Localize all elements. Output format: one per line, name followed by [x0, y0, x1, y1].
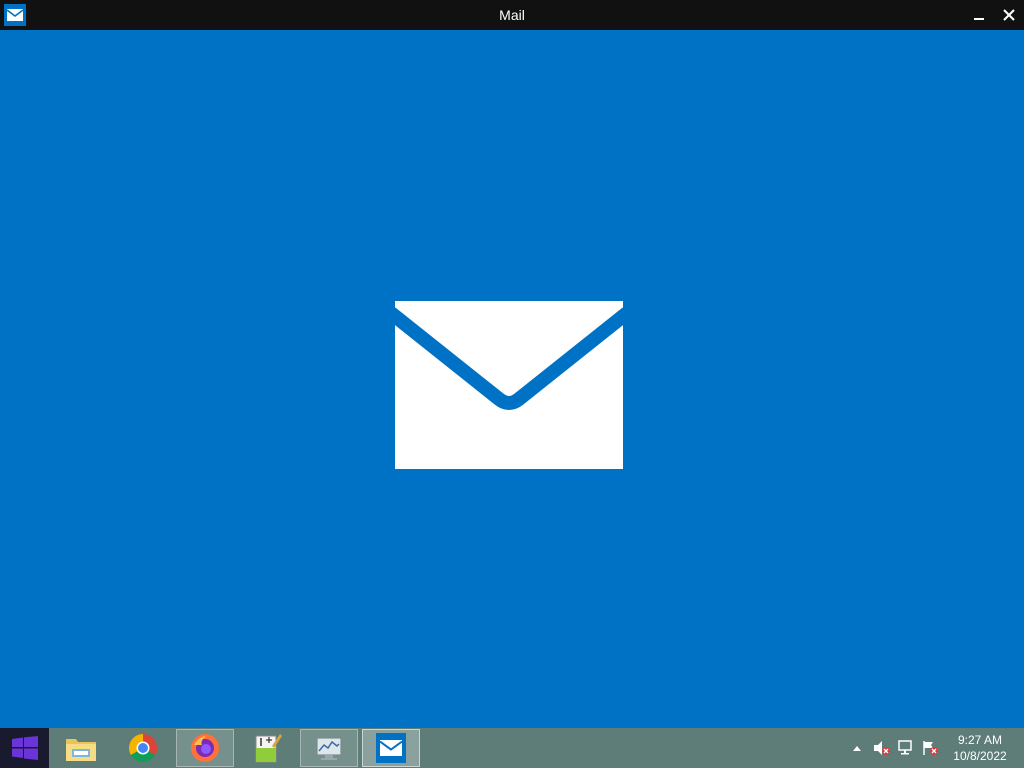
- clock-time: 9:27 AM: [957, 733, 1003, 747]
- taskbar: 9:27 AM 10/8/2022: [0, 728, 1024, 768]
- taskbar-firefox[interactable]: [176, 729, 234, 767]
- folder-icon: [66, 739, 96, 761]
- window-title: Mail: [499, 7, 525, 23]
- close-button[interactable]: [994, 0, 1024, 30]
- taskbar-resource-monitor[interactable]: [300, 729, 358, 767]
- minimize-button[interactable]: [964, 0, 994, 30]
- volume-button[interactable]: [872, 728, 892, 768]
- close-icon: [1003, 9, 1015, 21]
- start-button[interactable]: [0, 728, 49, 768]
- taskbar-chrome[interactable]: [114, 729, 172, 767]
- action-center-flag-icon: [923, 741, 938, 755]
- action-center-button[interactable]: [920, 728, 940, 768]
- network-icon: [898, 740, 912, 755]
- taskbar-clock[interactable]: 9:27 AM 10/8/2022: [944, 728, 1016, 768]
- show-hidden-icons-button[interactable]: [850, 728, 864, 768]
- network-button[interactable]: [896, 728, 916, 768]
- show-hidden-icons-icon: [853, 746, 861, 751]
- windows-logo-icon: [11, 736, 38, 760]
- taskbar-file-explorer[interactable]: [52, 729, 110, 767]
- title-bar[interactable]: Mail: [0, 0, 1024, 30]
- mail-app-screen: Mail 9:27 AM 10/8/2022: [0, 0, 1024, 768]
- minimize-icon: [974, 18, 984, 20]
- chrome-icon: [129, 734, 157, 762]
- taskbar-notepad-plus-plus[interactable]: [238, 729, 296, 767]
- notepad-plus-plus-icon: [255, 734, 282, 763]
- clock-date: 10/8/2022: [953, 749, 1007, 763]
- volume-muted-icon: [874, 741, 890, 755]
- monitor-icon: [316, 737, 342, 760]
- mail-envelope-icon: [386, 301, 632, 469]
- firefox-icon: [191, 734, 219, 762]
- taskbar-mail[interactable]: [362, 729, 420, 767]
- mail-icon: [380, 740, 402, 756]
